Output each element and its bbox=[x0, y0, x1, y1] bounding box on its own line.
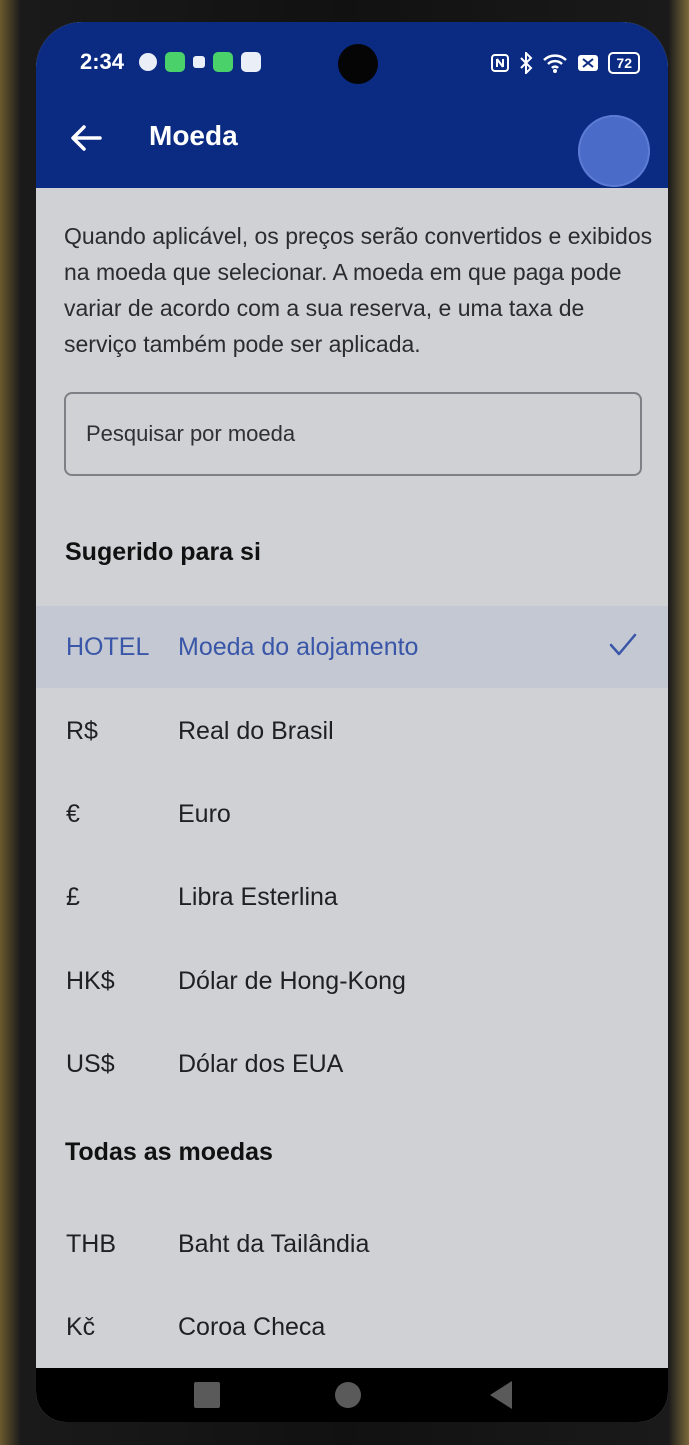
screen: 2:34 72 Moeda Quando aplicável, os preço… bbox=[36, 22, 668, 1422]
currency-code: Kč bbox=[66, 1312, 96, 1341]
currency-name: Real do Brasil bbox=[178, 716, 334, 745]
top-bar: 2:34 72 Moeda bbox=[36, 22, 668, 188]
currency-name: Dólar dos EUA bbox=[178, 1049, 344, 1078]
app-bar: Moeda bbox=[36, 102, 668, 188]
currency-row-brl[interactable]: R$ Real do Brasil bbox=[36, 690, 668, 772]
back-nav-icon[interactable] bbox=[482, 1376, 520, 1414]
currency-description: Quando aplicável, os preços serão conver… bbox=[64, 223, 653, 357]
currency-content: Quando aplicável, os preços serão conver… bbox=[36, 188, 668, 1368]
front-camera bbox=[338, 44, 378, 84]
currency-row-gbp[interactable]: £ Libra Esterlina bbox=[36, 856, 668, 938]
system-navigation-bar bbox=[36, 1368, 668, 1422]
currency-name: Coroa Checa bbox=[178, 1312, 326, 1341]
currency-name: Moeda do alojamento bbox=[178, 632, 419, 661]
currency-code: € bbox=[66, 799, 80, 828]
currency-name: Libra Esterlina bbox=[178, 882, 338, 911]
bug-notification-icon bbox=[193, 56, 205, 68]
currency-name: Dólar de Hong-Kong bbox=[178, 966, 406, 995]
currency-search-box[interactable] bbox=[64, 392, 642, 476]
currency-code: R$ bbox=[66, 716, 98, 745]
nfc-icon bbox=[491, 54, 510, 72]
page-title: Moeda bbox=[149, 120, 238, 151]
status-time: 2:34 bbox=[80, 49, 125, 74]
currency-name: Baht da Tailândia bbox=[178, 1229, 370, 1258]
currency-row-thb[interactable]: THB Baht da Tailândia bbox=[36, 1203, 668, 1285]
back-arrow-icon[interactable] bbox=[66, 118, 106, 158]
wifi-icon bbox=[543, 54, 568, 73]
system-icons: 72 bbox=[490, 52, 640, 74]
battery-indicator: 72 bbox=[608, 52, 640, 74]
currency-name: Euro bbox=[178, 799, 231, 828]
currency-code: HOTEL bbox=[66, 632, 150, 661]
check-icon bbox=[609, 633, 637, 656]
suggested-header: Sugerido para si bbox=[65, 538, 261, 566]
currency-code: HK$ bbox=[66, 966, 115, 995]
phone-frame: 2:34 72 Moeda Quando aplicável, os preço… bbox=[0, 0, 689, 1445]
bluetooth-icon bbox=[520, 52, 533, 74]
sim-icon bbox=[578, 55, 599, 71]
recent-apps-icon[interactable] bbox=[188, 1376, 226, 1414]
currency-row-czk[interactable]: Kč Coroa Checa bbox=[36, 1286, 668, 1368]
currency-row-eur[interactable]: € Euro bbox=[36, 773, 668, 855]
all-currencies-header: Todas as moedas bbox=[65, 1138, 273, 1166]
currency-code: THB bbox=[66, 1229, 116, 1258]
status-bar: 2:34 72 bbox=[36, 22, 668, 102]
app-notification-icon bbox=[165, 52, 185, 72]
notification-icons bbox=[139, 52, 261, 72]
message-notification-icon bbox=[241, 52, 261, 72]
currency-code: US$ bbox=[66, 1049, 115, 1078]
currency-row-usd[interactable]: US$ Dólar dos EUA bbox=[36, 1023, 668, 1105]
touch-indicator bbox=[578, 115, 650, 187]
currency-search-input[interactable] bbox=[66, 394, 640, 474]
currency-row-hkd[interactable]: HK$ Dólar de Hong-Kong bbox=[36, 940, 668, 1022]
home-icon[interactable] bbox=[329, 1376, 367, 1414]
currency-code: £ bbox=[66, 882, 80, 911]
app-notification-icon-2 bbox=[213, 52, 233, 72]
settings-notification-icon bbox=[139, 53, 157, 71]
currency-row-hotel[interactable]: HOTEL Moeda do alojamento bbox=[36, 606, 668, 688]
